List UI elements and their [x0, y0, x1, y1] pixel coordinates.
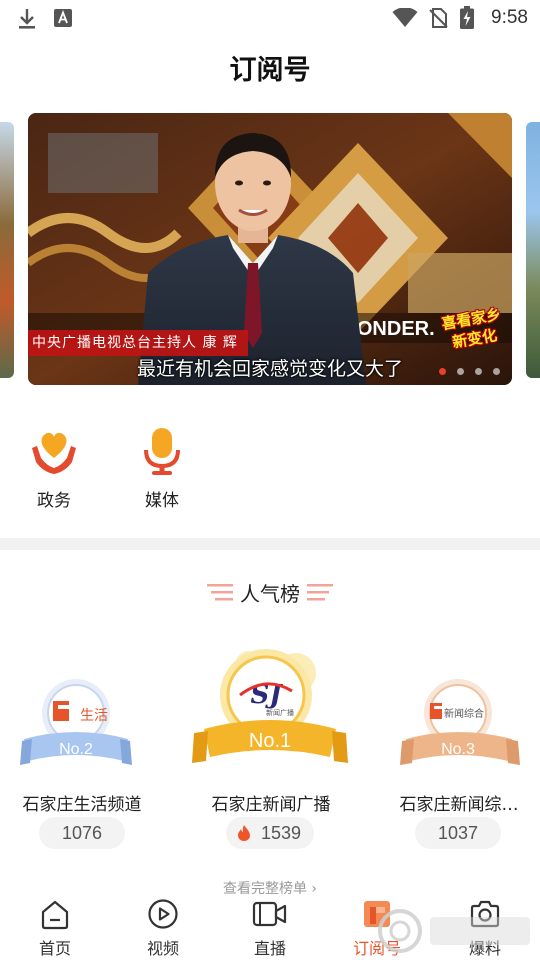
status-bar: 9:58: [0, 0, 540, 38]
category-media[interactable]: 媒体: [122, 426, 202, 511]
carousel-dot[interactable]: [493, 368, 500, 375]
host-name-tag: 中央广播电视总台主持人 康 辉: [28, 330, 248, 356]
battery-charging-icon: [460, 6, 474, 29]
carousel-dot[interactable]: [475, 368, 482, 375]
svg-text:No.3: No.3: [441, 741, 475, 758]
nav-label: 视频: [146, 939, 179, 958]
rank-name: 石家庄生活频道: [22, 795, 142, 815]
rank-name: 石家庄新闻综…: [399, 795, 519, 815]
watermark-logo: [378, 909, 530, 953]
decor-lines-right-icon: [307, 584, 333, 601]
category-label: 政务: [37, 491, 71, 511]
no-sim-icon: [429, 8, 448, 28]
rank-name: 石家庄新闻广播: [211, 795, 331, 815]
svg-text:No.2: No.2: [59, 741, 93, 758]
nav-live[interactable]: 直播: [230, 895, 310, 960]
nav-home[interactable]: 首页: [15, 895, 95, 960]
svg-text:No.1: No.1: [249, 730, 291, 752]
carousel-dot[interactable]: [457, 368, 464, 375]
download-icon: [19, 9, 35, 29]
svg-text:新闻广播: 新闻广播: [266, 708, 294, 717]
rank-badge-no1: SJ 新闻广播 No.1: [192, 649, 348, 763]
microphone-icon: [144, 428, 180, 475]
rank-count: 1037: [415, 817, 501, 849]
section-divider: [0, 538, 540, 550]
nav-video[interactable]: 视频: [123, 895, 203, 960]
carousel-dot[interactable]: [439, 368, 446, 375]
category-government[interactable]: 政务: [14, 426, 94, 511]
rank-badge-no3: 新闻综合 No.3: [400, 679, 520, 765]
video-camera-icon: [252, 901, 287, 927]
carousel-next-slide[interactable]: [526, 122, 540, 378]
carousel-banner[interactable]: WONDER. 中央广播电视总台主持人 康 辉 喜看家乡 新变化 最近有机会回家…: [28, 113, 512, 385]
ranking-title: 人气榜: [240, 582, 300, 606]
status-time: 9:58: [491, 7, 528, 28]
nav-label: 首页: [38, 939, 71, 958]
font-app-icon: [54, 9, 72, 27]
carousel-indicator: [439, 368, 500, 375]
nav-label: 直播: [253, 939, 286, 958]
svg-text:生活: 生活: [80, 708, 108, 724]
flame-icon: [238, 825, 250, 841]
app-screen: 9:58 订阅号 WONDER. 中央广播电视总台主持人 康 辉 喜看家乡 新变…: [0, 0, 540, 960]
heart-hands-icon: [32, 432, 76, 474]
svg-text:新闻综合: 新闻综合: [444, 707, 484, 720]
page-title: 订阅号: [229, 55, 311, 86]
rank-count-hot: 1539: [226, 817, 314, 849]
home-icon: [41, 900, 69, 930]
category-label: 媒体: [145, 491, 179, 511]
wifi-icon: [392, 8, 418, 27]
rank-badge-no2: 生活 No.2: [20, 679, 132, 765]
rank-count: 1539: [260, 823, 302, 843]
play-circle-icon: [148, 899, 178, 929]
rank-count: 1076: [39, 817, 125, 849]
carousel-prev-slide[interactable]: [0, 122, 14, 378]
